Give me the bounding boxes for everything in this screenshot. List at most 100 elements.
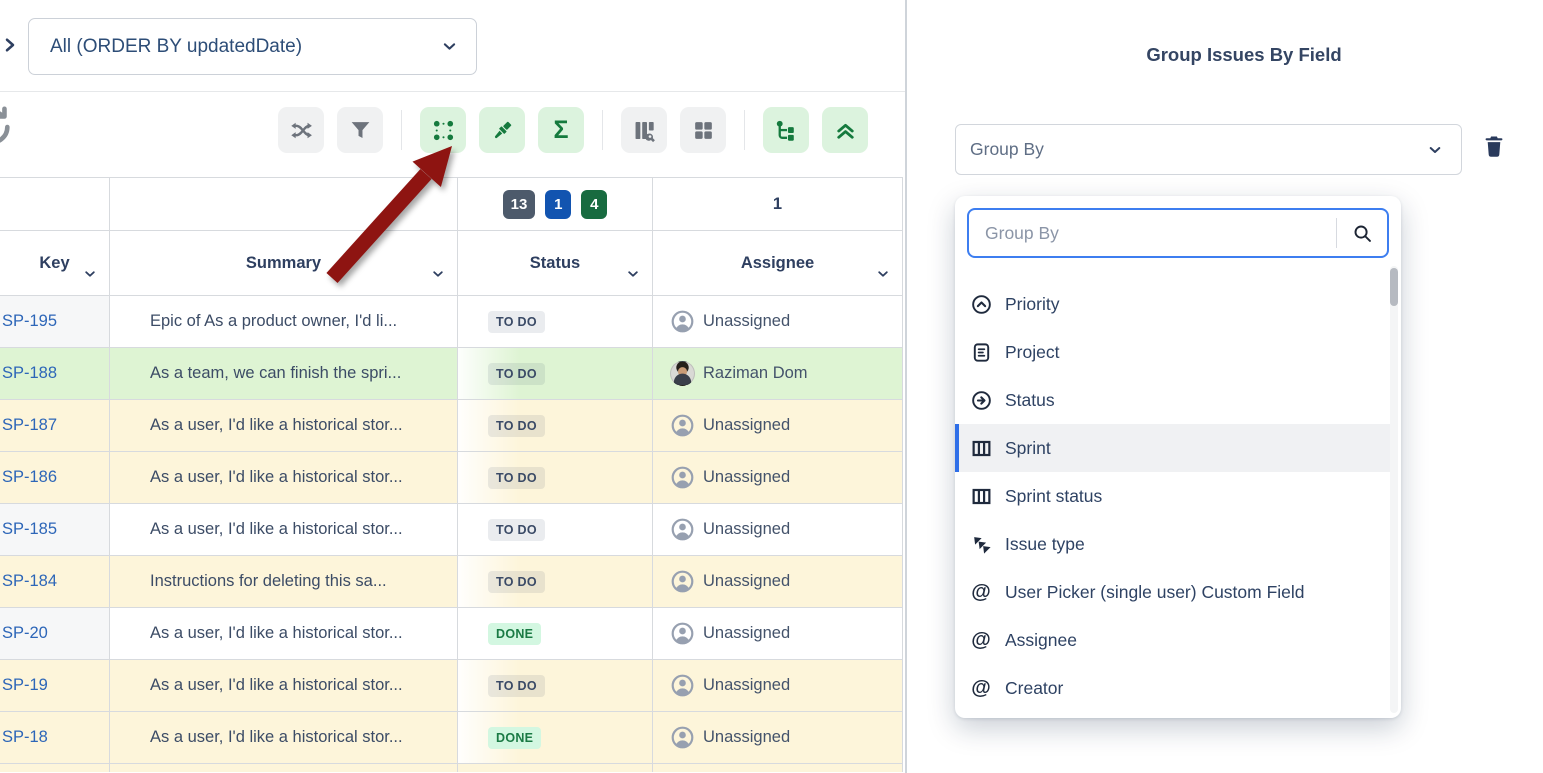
dropdown-option-user-picker-single-user-custom-field[interactable]: @ User Picker (single user) Custom Field (955, 568, 1390, 616)
saved-filter-value: All (ORDER BY updatedDate) (50, 36, 441, 58)
dropdown-option-list: Priority Project Status Sprint Sprint st… (955, 280, 1390, 715)
table-row[interactable]: SP-19 As a user, I'd like a historical s… (0, 660, 903, 712)
status-cell: TO DO (458, 400, 653, 451)
status-badge: TO DO (488, 311, 545, 333)
key-cell: SP-186 (0, 452, 110, 503)
search-icon[interactable] (1337, 222, 1387, 245)
column-header-status[interactable]: Status (458, 231, 653, 295)
status-cell: TO DO (458, 452, 653, 503)
key-cell: SP-188 (0, 348, 110, 399)
dropdown-option-label: Creator (1005, 678, 1063, 699)
toolbar-hierarchy-button[interactable] (763, 107, 809, 153)
issue-key-link[interactable]: SP-18 (0, 728, 48, 747)
toolbar-separator (602, 110, 603, 150)
chevron-down-icon[interactable] (83, 267, 97, 286)
toolbar-sum-button[interactable]: Σ (538, 107, 584, 153)
summary-text: As a user, I'd like a historical stor... (110, 624, 403, 643)
chevron-down-icon[interactable] (431, 267, 445, 286)
toolbar-collapse-all-button[interactable] (822, 107, 868, 153)
table-row[interactable]: SP-187 As a user, I'd like a historical … (0, 400, 903, 452)
dropdown-option-status[interactable]: Status (955, 376, 1390, 424)
group-by-select[interactable]: Group By (955, 124, 1462, 175)
paint-icon (490, 118, 515, 143)
column-header-assignee[interactable]: Assignee (653, 231, 903, 295)
dropdown-option-priority[interactable]: Priority (955, 280, 1390, 328)
column-header-summary[interactable]: Summary (110, 231, 458, 295)
summary-cell[interactable]: As a user, I'd like a historical stor... (110, 608, 458, 659)
scrollbar-thumb[interactable] (1390, 268, 1398, 306)
table-row[interactable]: SP-195 Epic of As a product owner, I'd l… (0, 296, 903, 348)
status-cell: DONE (458, 712, 653, 763)
scrollbar-track[interactable] (1390, 266, 1398, 713)
assignee-cell: Unassigned (653, 660, 903, 711)
summary-text: As a user, I'd like a historical stor... (110, 468, 403, 487)
status-badge: DONE (488, 623, 541, 645)
tree-icon (774, 118, 799, 143)
summary-cell[interactable]: As a user, I'd like a historical stor... (110, 504, 458, 555)
at-icon: @ (968, 579, 994, 605)
summary-cell[interactable]: As a team, we can finish the spri... (110, 348, 458, 399)
divider (0, 91, 905, 92)
toolbar-grid-layout-button[interactable] (680, 107, 726, 153)
assignee-cell: Unassigned (653, 452, 903, 503)
toolbar-filter-button[interactable] (337, 107, 383, 153)
issue-key-link[interactable]: SP-188 (0, 364, 57, 383)
table-row[interactable]: SP-18 As a user, I'd like a historical s… (0, 712, 903, 764)
issue-key-link[interactable]: SP-20 (0, 624, 48, 643)
dropdown-option-issue-type[interactable]: Issue type (955, 520, 1390, 568)
table-row[interactable]: SP-20 As a user, I'd like a historical s… (0, 608, 903, 660)
summary-cell[interactable]: As a user, I'd like a historical stor... (110, 452, 458, 503)
status-cell: TO DO (458, 348, 653, 399)
toolbar-manage-columns-button[interactable] (621, 107, 667, 153)
issue-key-link[interactable]: SP-195 (0, 312, 57, 331)
toolbar-group-by-button[interactable] (420, 107, 466, 153)
assignee-count: 1 (653, 195, 902, 214)
summary-text: Instructions for deleting this sa... (110, 572, 387, 591)
issue-key-link[interactable]: SP-184 (0, 572, 57, 591)
unassigned-person-icon (670, 673, 695, 698)
collapse-panel-chevron-icon[interactable] (1, 35, 19, 60)
issue-key-link[interactable]: SP-19 (0, 676, 48, 695)
dropdown-search-input[interactable] (969, 223, 1336, 244)
chevron-down-icon[interactable] (626, 267, 640, 286)
summary-cell[interactable]: Instructions for deleting this sa... (110, 556, 458, 607)
table-row[interactable]: SP-186 As a user, I'd like a historical … (0, 452, 903, 504)
status-cell: TO DO (458, 504, 653, 555)
dropdown-option-project[interactable]: Project (955, 328, 1390, 376)
toolbar-shuffle-button[interactable] (278, 107, 324, 153)
status-badge: TO DO (488, 675, 545, 697)
dropdown-option-label: Issue type (1005, 534, 1085, 555)
assignee-cell: Unassigned (653, 712, 903, 763)
toolbar-format-paint-button[interactable] (479, 107, 525, 153)
status-cell: TO DO (458, 556, 653, 607)
table-header-row: Key Summary Status Assignee (0, 231, 903, 296)
status-count-badge: 4 (581, 190, 607, 219)
issue-key-link[interactable]: SP-186 (0, 468, 57, 487)
column-header-key[interactable]: Key (0, 231, 110, 295)
issue-key-link[interactable]: SP-187 (0, 416, 57, 435)
summary-cell[interactable]: As a user, I'd like a historical stor... (110, 660, 458, 711)
delete-grouping-button[interactable] (1479, 132, 1509, 162)
dropdown-option-assignee[interactable]: @ Assignee (955, 616, 1390, 664)
summary-cell[interactable]: Epic of As a product owner, I'd li... (110, 296, 458, 347)
summary-cell[interactable]: As a user, I'd like a historical stor... (110, 712, 458, 763)
assignee-cell: Unassigned (653, 608, 903, 659)
dropdown-option-creator[interactable]: @ Creator (955, 664, 1390, 712)
summary-cell[interactable]: As a user, I'd like a historical stor... (110, 400, 458, 451)
saved-filter-select[interactable]: All (ORDER BY updatedDate) (28, 18, 477, 75)
sprint-icon (968, 435, 994, 461)
dropdown-option-sprint[interactable]: Sprint (955, 424, 1390, 472)
chevron-down-icon[interactable] (876, 267, 890, 286)
pane-divider (905, 0, 907, 773)
status-icon (968, 387, 994, 413)
at-icon: @ (968, 627, 994, 653)
dropdown-option-sprint-status[interactable]: Sprint status (955, 472, 1390, 520)
table-row[interactable]: SP-184 Instructions for deleting this sa… (0, 556, 903, 608)
status-count-badge: 13 (503, 190, 536, 219)
table-summary-row: 1314 1 (0, 178, 903, 231)
dropdown-option-label: User Picker (single user) Custom Field (1005, 582, 1305, 603)
issue-key-link[interactable]: SP-185 (0, 520, 57, 539)
summary-text: Epic of As a product owner, I'd li... (110, 312, 397, 331)
table-row[interactable]: SP-188 As a team, we can finish the spri… (0, 348, 903, 400)
table-row[interactable]: SP-185 As a user, I'd like a historical … (0, 504, 903, 556)
